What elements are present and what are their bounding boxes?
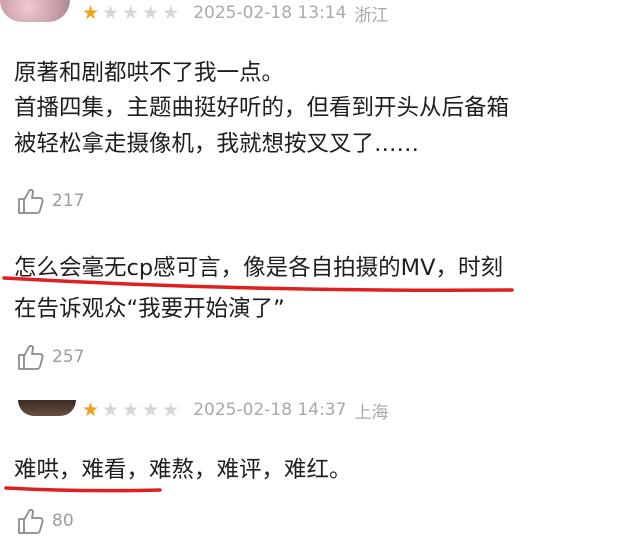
like-button[interactable]: 80	[16, 506, 74, 536]
avatar[interactable]	[0, 0, 70, 22]
like-button[interactable]: 257	[16, 342, 84, 372]
comment-location: 上海	[354, 402, 389, 423]
comment-meta: ★ ★ ★ ★ ★ 2025-02-18 13:14 浙江	[82, 0, 388, 26]
comment-text-line: 被轻松拿走摄像机，我就想按叉叉了……	[14, 131, 420, 157]
star-icon: ★	[82, 398, 100, 421]
star-icon: ★	[102, 398, 120, 421]
like-button[interactable]: 217	[16, 186, 84, 216]
thumbs-up-icon	[18, 345, 44, 370]
like-count: 217	[52, 191, 85, 211]
star-icon: ★	[142, 1, 160, 24]
comment-meta: ★ ★ ★ ★ ★ 2025-02-18 14:37 上海	[82, 397, 388, 423]
thumbs-up-icon	[18, 509, 44, 534]
comment-text-line: 在告诉观众“我要开始演了”	[14, 296, 285, 322]
star-icon: ★	[142, 398, 160, 421]
star-icon: ★	[162, 1, 180, 24]
star-icon: ★	[82, 1, 100, 24]
star-icon: ★	[102, 1, 120, 24]
star-icon: ★	[122, 1, 140, 24]
red-underline	[4, 486, 162, 493]
comment-text-line: 原著和剧都哄不了我一点。	[14, 60, 285, 86]
avatar[interactable]	[18, 400, 76, 416]
like-count: 257	[52, 347, 85, 367]
comment-text-line: 首播四集，主题曲挺好听的，但看到开头从后备箱	[14, 95, 510, 121]
rating-stars: ★ ★ ★ ★ ★	[82, 1, 180, 24]
rating-stars: ★ ★ ★ ★ ★	[82, 398, 180, 421]
comment-date: 2025-02-18 14:37	[193, 400, 347, 420]
comment-location: 浙江	[354, 5, 389, 26]
thumbs-up-icon	[18, 189, 44, 214]
comment-date: 2025-02-18 13:14	[193, 3, 347, 23]
star-icon: ★	[122, 398, 140, 421]
star-icon: ★	[162, 398, 180, 421]
like-count: 80	[52, 511, 74, 531]
